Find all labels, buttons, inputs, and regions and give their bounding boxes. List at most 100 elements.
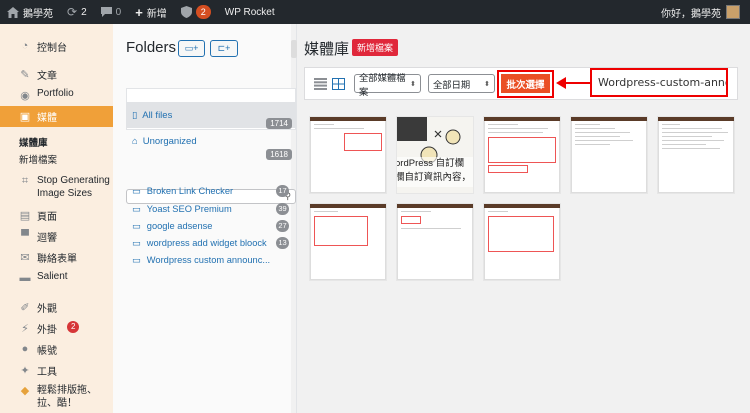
comments-menu[interactable]: 0 xyxy=(94,0,129,24)
grid-view-icon[interactable] xyxy=(332,78,345,90)
menu-label: 文章 xyxy=(37,71,57,82)
menu-appearance[interactable]: ✐ 外觀 xyxy=(0,300,113,316)
site-name: 鵝學苑 xyxy=(23,8,53,20)
menu-label: 外觀 xyxy=(37,304,57,315)
folder-item[interactable]: ▭ google adsense 27 xyxy=(126,218,291,234)
menu-media[interactable]: ▣ 媒體 xyxy=(0,106,113,127)
plugins-badge: 2 xyxy=(67,321,80,333)
new-label: 新增 xyxy=(146,8,167,20)
date-filter[interactable]: 全部日期 ⬍ xyxy=(428,74,495,93)
menu-label: 媒體 xyxy=(37,113,57,124)
account-menu[interactable]: 你好，鵝學苑 xyxy=(661,5,750,20)
menu-label: 帳號 xyxy=(37,346,57,357)
folder-unorganized[interactable]: ⌂ Unorganized 1618 xyxy=(126,128,296,160)
menu-label: Salient xyxy=(37,271,68,282)
folder-icon: ▭ xyxy=(132,185,141,196)
menu-contact-forms[interactable]: ✉ 聯絡表單 xyxy=(0,250,113,266)
media-search-input[interactable] xyxy=(592,70,726,95)
menu-label: 迴響 xyxy=(37,233,57,244)
folder-count: 17 xyxy=(276,185,289,197)
bulk-select-button[interactable]: 批次選擇 xyxy=(501,74,550,93)
menu-portfolio[interactable]: ◉ Portfolio xyxy=(0,88,113,102)
user-icon: ● xyxy=(21,343,29,355)
folder-icon: ▭ xyxy=(132,237,141,248)
folder-item[interactable]: ▭ Yoast SEO Premium 39 xyxy=(126,201,291,217)
subfolder-plus-icon: ⊏+ xyxy=(217,43,231,53)
admin-sidebar: ◔ 控制台 ✎ 文章 ◉ Portfolio ▣ 媒體 媒體庫 新增檔案 ⌗ S… xyxy=(0,24,113,413)
new-content-menu[interactable]: + 新增 xyxy=(128,0,174,24)
wp-rocket-menu[interactable]: WP Rocket xyxy=(218,0,282,24)
updates-count: 2 xyxy=(81,6,87,18)
folder-item[interactable]: ▭ wordpress add widget bloock 13 xyxy=(126,235,291,251)
site-menu[interactable]: 鵝學苑 xyxy=(0,0,60,24)
pages-icon: ▤ xyxy=(19,209,31,222)
folder-label: Wordpress custom announc... xyxy=(146,255,271,265)
wp-rocket-label: WP Rocket xyxy=(224,6,275,18)
menu-stop-generating[interactable]: ⌗ Stop Generating Image Sizes xyxy=(0,174,113,200)
menu-posts[interactable]: ✎ 文章 xyxy=(0,67,113,83)
greeting: 你好，鵝學苑 xyxy=(661,8,721,20)
media-thumbnail[interactable] xyxy=(657,116,735,194)
updates-icon: ⟳ xyxy=(67,5,78,19)
folder-label: Yoast SEO Premium xyxy=(146,204,232,214)
plugin-icon: ⚡ xyxy=(21,322,29,335)
menu-label: 工具 xyxy=(37,367,57,378)
dashboard-icon: ◔ xyxy=(21,40,29,52)
media-type-value: 全部媒體檔案 xyxy=(359,72,406,97)
pin-icon: ✎ xyxy=(20,68,30,81)
date-value: 全部日期 xyxy=(433,79,471,90)
media-icon: ▣ xyxy=(19,111,31,123)
folder-label: Unorganized xyxy=(142,135,197,147)
menu-tools[interactable]: ✦ 工具 xyxy=(0,363,113,379)
folder-item[interactable]: ▭ Broken Link Checker 17 xyxy=(126,183,291,199)
menu-page-builder[interactable]: ◆ 輕鬆排版拖、拉、酷！ xyxy=(0,384,113,410)
folder-count: 27 xyxy=(276,220,289,232)
submenu-media-library[interactable]: 媒體庫 xyxy=(0,135,48,149)
folder-count: 13 xyxy=(276,237,289,249)
menu-label: Stop Generating Image Sizes xyxy=(37,175,110,199)
updates-menu[interactable]: ⟳ 2 xyxy=(60,0,94,24)
builder-icon: ◆ xyxy=(20,384,30,397)
media-thumbnail[interactable] xyxy=(309,203,387,281)
folder-label: wordpress add widget bloock xyxy=(146,238,267,248)
submenu-add-new[interactable]: 新增檔案 xyxy=(0,152,57,166)
plugin-notice-menu[interactable]: 2 xyxy=(174,0,218,24)
admin-bar: 鵝學苑 ⟳ 2 0 + 新增 2 WP Rocket 你好，鵝學苑 xyxy=(0,0,750,24)
media-type-filter[interactable]: 全部媒體檔案 ⬍ xyxy=(354,73,421,97)
list-view-icon[interactable] xyxy=(314,78,327,90)
menu-dashboard[interactable]: ◔ 控制台 xyxy=(0,39,113,54)
brush-icon: ✐ xyxy=(20,301,30,314)
folder-plus-icon: ▭+ xyxy=(184,43,199,53)
chevron-updown-icon: ⬍ xyxy=(484,80,490,88)
annotation-arrow xyxy=(556,77,590,89)
folder-label: Broken Link Checker xyxy=(146,186,234,196)
comments-count: 0 xyxy=(115,6,122,18)
media-thumbnail[interactable] xyxy=(483,116,561,194)
media-thumbnail[interactable] xyxy=(483,203,561,281)
folder-label: google adsense xyxy=(146,221,213,231)
media-thumbnail[interactable] xyxy=(570,116,648,194)
folder-label: All files xyxy=(142,109,173,121)
wrench-icon: ✦ xyxy=(20,364,30,377)
menu-label: 頁面 xyxy=(37,212,57,223)
unorganized-count: 1618 xyxy=(266,149,292,160)
menu-salient[interactable]: ▬ Salient xyxy=(0,271,113,284)
menu-label: 控制台 xyxy=(37,43,67,54)
menu-plugins[interactable]: ⚡ 外掛 2 xyxy=(0,321,113,336)
portfolio-icon: ◉ xyxy=(20,89,30,102)
menu-users[interactable]: ● 帳號 xyxy=(0,342,113,357)
folder-icon: ▭ xyxy=(132,220,141,231)
folder-item[interactable]: ▭ Wordpress custom announc... xyxy=(126,252,291,268)
new-subfolder-button[interactable]: ⊏+ xyxy=(210,40,238,57)
media-thumbnail[interactable] xyxy=(309,116,387,194)
media-search-box xyxy=(590,68,728,97)
plus-icon: + xyxy=(135,4,143,20)
folder-all-files[interactable]: ▯ All files 1714 xyxy=(126,102,296,129)
new-folder-button[interactable]: ▭+ xyxy=(178,40,205,57)
menu-comments[interactable]: ▀ 迴響 xyxy=(0,229,113,244)
add-new-button[interactable]: 新增檔案 xyxy=(352,39,399,56)
media-thumbnail[interactable] xyxy=(396,203,474,281)
resize-handle[interactable] xyxy=(291,40,297,58)
media-thumbnail[interactable]: ordPress 自訂欄 欄自訂資訊內容， xyxy=(396,116,474,194)
menu-pages[interactable]: ▤ 頁面 xyxy=(0,208,113,224)
